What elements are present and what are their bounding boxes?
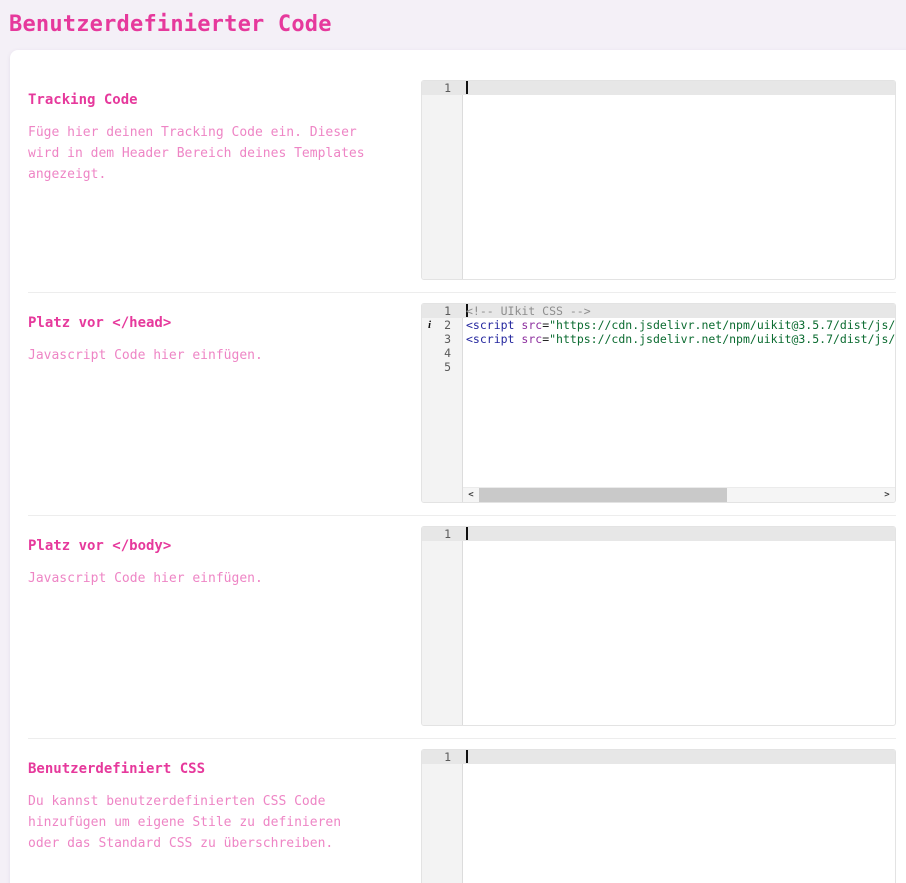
section-benutzerdefiniert-css: Benutzerdefiniert CSS Du kannst benutzer… [28,738,896,883]
section-text-column: Tracking Code Füge hier deinen Tracking … [28,80,376,280]
section-heading: Platz vor </body> [28,537,376,555]
section-description: Füge hier deinen Tracking Code ein. Dies… [28,122,376,185]
code-line[interactable]: 1 [422,750,895,764]
section-editor-column: 1<!-- UIkit CSS -->i2<script src="https:… [421,303,896,503]
lint-info-icon: i [428,318,431,332]
scroll-left-icon[interactable]: < [463,488,479,502]
code-line-content[interactable] [464,81,895,95]
section-platz-vor-head: Platz vor </head> Javascript Code hier e… [28,292,896,515]
section-heading: Platz vor </head> [28,314,376,332]
code-line-content[interactable] [464,750,895,764]
code-line-content[interactable] [464,527,895,541]
code-token: "https://cdn.jsdelivr.net/npm/uikit@3.5.… [549,318,895,332]
section-editor-column: 1 [421,80,896,280]
section-text-column: Platz vor </head> Javascript Code hier e… [28,303,376,503]
section-editor-column: 1 [421,749,896,883]
code-line[interactable]: 5 [422,360,895,374]
line-number: 3 [422,332,464,346]
editor-gutter [422,81,463,279]
code-line-content[interactable]: <script src="https://cdn.jsdelivr.net/np… [464,332,895,346]
code-editor-tracking-code[interactable]: 1 [421,80,896,280]
scrollbar-thumb[interactable] [479,488,727,502]
editor-gutter [422,527,463,725]
line-number: 1 [422,304,464,318]
text-cursor [466,81,468,94]
section-editor-column: 1 [421,526,896,726]
code-token: <script [466,318,514,332]
line-number: 5 [422,360,464,374]
horizontal-scrollbar[interactable]: <> [463,487,895,502]
code-token: src [521,332,542,346]
line-number: 1 [422,81,464,95]
code-line-content[interactable]: <!-- UIkit CSS --> [464,304,895,318]
code-line[interactable]: 1 [422,527,895,541]
code-line[interactable]: 1<!-- UIkit CSS --> [422,304,895,318]
text-cursor [466,750,468,763]
code-editor-platz-vor-body[interactable]: 1 [421,526,896,726]
editor-gutter [422,750,463,883]
code-line[interactable]: 3<script src="https://cdn.jsdelivr.net/n… [422,332,895,346]
code-line[interactable]: 1 [422,81,895,95]
editor-lines[interactable]: 1 [422,750,895,764]
section-platz-vor-body: Platz vor </body> Javascript Code hier e… [28,515,896,738]
code-line-content[interactable] [464,346,895,360]
code-token: "https://cdn.jsdelivr.net/npm/uikit@3.5.… [549,332,895,346]
section-text-column: Platz vor </body> Javascript Code hier e… [28,526,376,726]
editor-lines[interactable]: 1 [422,527,895,541]
code-editor-platz-vor-head[interactable]: 1<!-- UIkit CSS -->i2<script src="https:… [421,303,896,503]
editor-lines[interactable]: 1<!-- UIkit CSS -->i2<script src="https:… [422,304,895,374]
text-cursor [466,527,468,540]
code-token: src [521,318,542,332]
section-heading: Benutzerdefiniert CSS [28,760,376,778]
editor-lines[interactable]: 1 [422,81,895,95]
line-number: 1 [422,527,464,541]
code-line-content[interactable]: <script src="https://cdn.jsdelivr.net/np… [464,318,895,332]
line-number: 1 [422,750,464,764]
code-line[interactable]: i2<script src="https://cdn.jsdelivr.net/… [422,318,895,332]
section-text-column: Benutzerdefiniert CSS Du kannst benutzer… [28,749,376,883]
section-description: Javascript Code hier einfügen. [28,568,376,589]
scrollbar-track[interactable] [479,488,879,502]
page-title: Benutzerdefinierter Code [0,0,906,38]
scroll-right-icon[interactable]: > [879,488,895,502]
section-description: Du kannst benutzerdefinierten CSS Code h… [28,791,376,854]
code-line-content[interactable] [464,360,895,374]
section-description: Javascript Code hier einfügen. [28,345,376,366]
code-token: <script [466,332,514,346]
section-heading: Tracking Code [28,91,376,109]
code-editor-benutzerdefiniert-css[interactable]: 1 [421,749,896,883]
custom-code-card: Tracking Code Füge hier deinen Tracking … [10,50,906,883]
section-tracking-code: Tracking Code Füge hier deinen Tracking … [28,80,896,292]
code-token: <!-- UIkit CSS --> [466,304,591,318]
line-number: 4 [422,346,464,360]
code-line[interactable]: 4 [422,346,895,360]
